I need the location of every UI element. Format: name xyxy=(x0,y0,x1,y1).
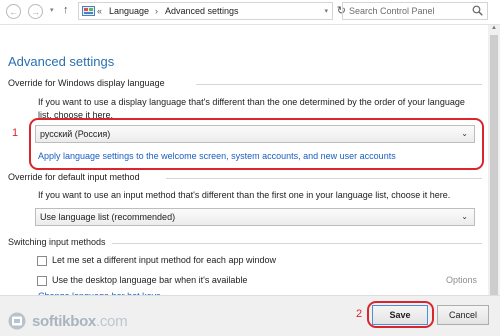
display-language-dropdown[interactable]: русский (Россия) ⌄ xyxy=(35,125,475,143)
breadcrumb-language[interactable]: Language xyxy=(109,6,149,16)
search-icon[interactable] xyxy=(472,5,483,16)
breadcrumb-separator-icon[interactable]: › xyxy=(155,6,158,16)
control-panel-icon xyxy=(82,6,95,16)
section-divider xyxy=(166,178,482,179)
address-bar[interactable]: « Language › Advanced settings ▾ ↻ xyxy=(78,2,346,20)
chevron-down-icon: ⌄ xyxy=(461,129,468,138)
scroll-up-icon[interactable]: ▲ xyxy=(489,25,499,31)
address-dropdown-icon[interactable]: ▾ xyxy=(324,7,328,15)
up-button[interactable]: ↑ xyxy=(63,4,69,16)
back-button[interactable]: ← xyxy=(6,4,21,19)
switching-input-methods-heading: Switching input methods xyxy=(8,237,106,247)
section-divider xyxy=(112,243,482,244)
desktop-language-bar-checkbox[interactable] xyxy=(37,276,47,286)
options-link[interactable]: Options xyxy=(446,275,477,285)
input-method-dropdown[interactable]: Use language list (recommended) ⌄ xyxy=(35,208,475,226)
breadcrumb-advanced-settings[interactable]: Advanced settings xyxy=(165,6,239,16)
per-app-input-method-checkbox[interactable] xyxy=(37,256,47,266)
input-method-selected: Use language list (recommended) xyxy=(40,212,176,222)
breadcrumb-overflow-icon[interactable]: « xyxy=(97,6,102,16)
display-language-heading: Override for Windows display language xyxy=(8,78,165,88)
softikbox-watermark: softikbox.com xyxy=(6,309,156,333)
watermark-text: softikbox.com xyxy=(32,313,128,330)
search-input[interactable]: Search Control Panel xyxy=(349,6,435,16)
page-title: Advanced settings xyxy=(8,54,115,69)
navigation-bar: ← → ▾ ↑ « Language › Advanced settings ▾… xyxy=(0,0,500,25)
search-box[interactable]: Search Control Panel xyxy=(342,2,488,20)
save-button[interactable]: Save xyxy=(372,305,428,325)
display-language-selected: русский (Россия) xyxy=(40,129,111,139)
per-app-input-method-label[interactable]: Let me set a different input method for … xyxy=(52,255,276,265)
section-divider xyxy=(196,84,482,85)
recent-pages-dropdown-icon[interactable]: ▾ xyxy=(50,6,54,14)
scrollbar-thumb[interactable] xyxy=(490,35,498,295)
desktop-language-bar-label[interactable]: Use the desktop language bar when it's a… xyxy=(52,275,247,285)
apply-language-settings-link[interactable]: Apply language settings to the welcome s… xyxy=(38,151,396,161)
chevron-down-icon: ⌄ xyxy=(461,212,468,221)
cancel-button[interactable]: Cancel xyxy=(437,305,489,325)
input-method-description: If you want to use an input method that'… xyxy=(38,190,451,200)
softikbox-logo-icon xyxy=(8,312,26,330)
annotation-number-2: 2 xyxy=(356,308,363,320)
annotation-number-1: 1 xyxy=(12,127,19,139)
forward-button[interactable]: → xyxy=(28,4,43,19)
input-method-heading: Override for default input method xyxy=(8,172,140,182)
